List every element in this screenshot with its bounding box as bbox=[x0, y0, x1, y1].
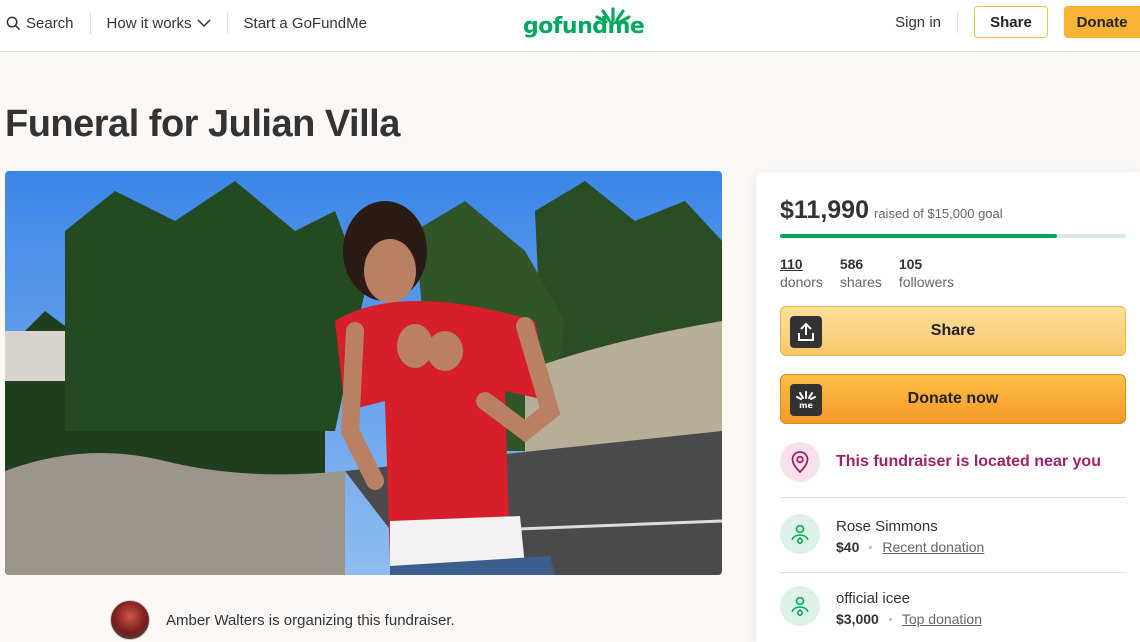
donors-count[interactable]: 110 bbox=[780, 256, 823, 272]
donation-amount: $40 bbox=[836, 539, 860, 555]
shares-count: 586 bbox=[839, 256, 864, 272]
donor-heart-hand-icon bbox=[780, 586, 820, 626]
organizer-avatar[interactable] bbox=[110, 600, 150, 640]
shares-label: shares bbox=[839, 274, 882, 290]
sprout-icon bbox=[595, 7, 631, 24]
donation-sidebar-card: $11,990 raised of $15,000 goal 110 donor… bbox=[756, 172, 1140, 642]
progress-bar bbox=[780, 234, 1126, 238]
organizer-text: Amber Walters is organizing this fundrai… bbox=[166, 611, 455, 629]
top-navigation-bar: Search How it works Start a GoFundMe gof… bbox=[0, 0, 1140, 52]
followers-count: 105 bbox=[898, 256, 923, 272]
shares-stat: 586 shares bbox=[840, 256, 882, 290]
raised-amount: $11,990 bbox=[780, 196, 869, 224]
followers-stat: 105 followers bbox=[899, 256, 954, 290]
donate-now-label: Donate now bbox=[907, 390, 999, 407]
divider bbox=[780, 497, 1126, 498]
location-notice-text: This fundraiser is located near you bbox=[836, 453, 1101, 470]
donors-label: donors bbox=[780, 274, 823, 290]
donation-amount: $3,000 bbox=[836, 611, 879, 627]
organizer-row: Amber Walters is organizing this fundrai… bbox=[110, 600, 455, 640]
share-button[interactable]: Share bbox=[780, 306, 1126, 356]
donor-heart-hand-icon bbox=[780, 514, 820, 554]
donate-now-button[interactable]: me Donate now bbox=[780, 374, 1126, 424]
share-button-label: Share bbox=[930, 322, 976, 339]
start-gofundme-label: Start a GoFundMe bbox=[243, 14, 367, 32]
location-notice: This fundraiser is located near you bbox=[780, 442, 1101, 482]
chevron-down-icon bbox=[197, 19, 211, 28]
donation-details: official icee $3,000 Top donation bbox=[836, 586, 982, 627]
page-title: Funeral for Julian Villa bbox=[5, 103, 400, 145]
followers-label: followers bbox=[898, 274, 955, 290]
gofundme-me-icon: me bbox=[790, 384, 822, 416]
recent-donation-link[interactable]: Recent donation bbox=[882, 539, 984, 555]
donation-meta: $3,000 Top donation bbox=[836, 611, 982, 627]
donation-item: official icee $3,000 Top donation bbox=[780, 586, 982, 627]
campaign-stats: 110 donors 586 shares 105 followers bbox=[780, 256, 954, 290]
sign-in-link[interactable]: Sign in bbox=[879, 11, 958, 33]
how-it-works-menu[interactable]: How it works bbox=[91, 12, 228, 34]
goal-text: raised of $15,000 goal bbox=[874, 206, 1003, 221]
donor-name: Rose Simmons bbox=[836, 518, 938, 535]
search-label: Search bbox=[26, 14, 74, 32]
how-it-works-label: How it works bbox=[106, 14, 192, 32]
donate-button-header[interactable]: Donate bbox=[1064, 6, 1140, 38]
separator-dot bbox=[888, 617, 892, 621]
top-donation-link[interactable]: Top donation bbox=[902, 611, 982, 627]
share-button-header[interactable]: Share bbox=[974, 6, 1048, 38]
nav-left: Search How it works Start a GoFundMe bbox=[6, 0, 383, 46]
start-gofundme-link[interactable]: Start a GoFundMe bbox=[228, 12, 383, 34]
location-pin-icon bbox=[780, 442, 820, 482]
search-icon bbox=[6, 16, 21, 30]
donation-details: Rose Simmons $40 Recent donation bbox=[836, 514, 984, 555]
gofundme-logo[interactable]: gofundme bbox=[523, 6, 645, 42]
donor-name: official icee bbox=[836, 590, 910, 607]
share-upload-icon bbox=[790, 316, 822, 348]
donation-meta: $40 Recent donation bbox=[836, 539, 984, 555]
nav-right: Sign in Share Donate bbox=[879, 6, 1140, 38]
raised-summary: $11,990 raised of $15,000 goal bbox=[780, 196, 1003, 225]
search-link[interactable]: Search bbox=[6, 12, 91, 34]
divider bbox=[780, 572, 1126, 573]
separator-dot bbox=[869, 545, 873, 549]
fundraiser-photo bbox=[5, 171, 722, 575]
donation-item: Rose Simmons $40 Recent donation bbox=[780, 514, 984, 555]
svg-text:me: me bbox=[799, 401, 813, 410]
donors-stat[interactable]: 110 donors bbox=[780, 256, 823, 290]
progress-bar-fill bbox=[780, 234, 1057, 238]
